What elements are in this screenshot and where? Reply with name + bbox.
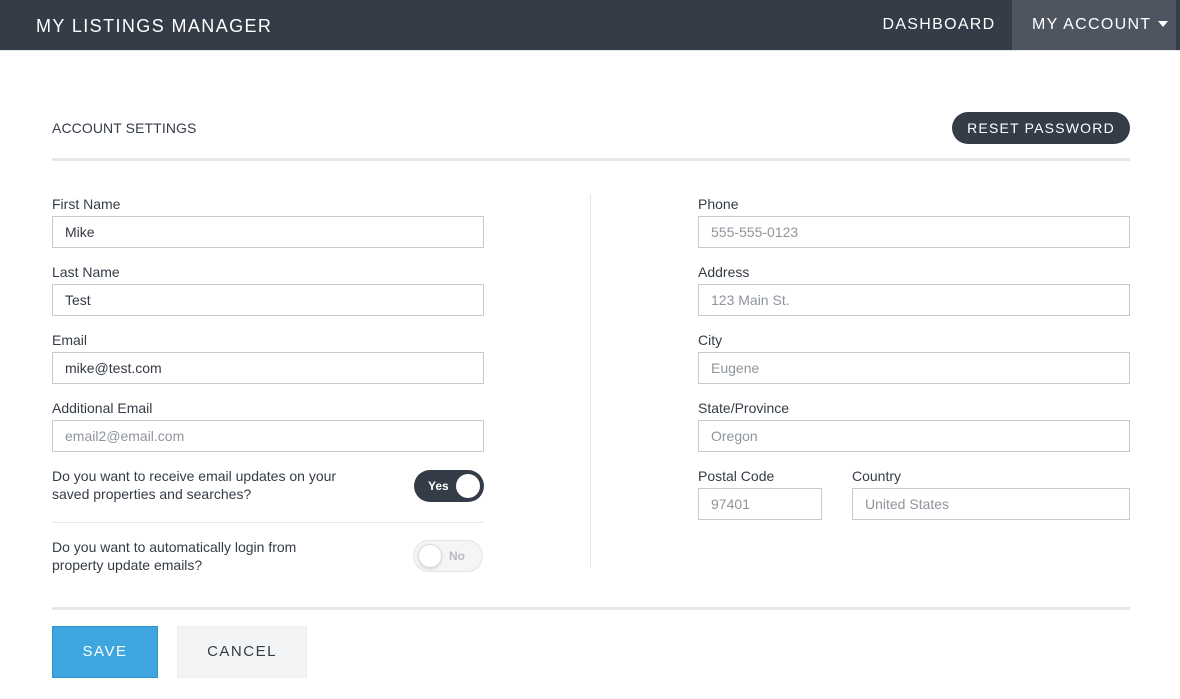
email-updates-question: Do you want to receive email updates on …	[52, 468, 337, 502]
address-label: Address	[698, 264, 750, 280]
postal-code-label: Postal Code	[698, 468, 775, 484]
email-label: Email	[52, 332, 88, 348]
phone-field[interactable]	[698, 216, 1130, 248]
email-field[interactable]	[52, 352, 484, 384]
cancel-button[interactable]: CANCEL	[177, 626, 307, 678]
state-field[interactable]	[698, 420, 1130, 452]
first-name-field[interactable]	[52, 216, 484, 248]
save-button[interactable]: SAVE	[52, 626, 158, 678]
email-updates-toggle-label: Yes	[428, 479, 449, 493]
auto-login-toggle-label: No	[449, 549, 465, 563]
reset-password-button[interactable]: RESET PASSWORD	[952, 112, 1130, 144]
page-title: ACCOUNT SETTINGS	[52, 120, 197, 136]
city-field[interactable]	[698, 352, 1130, 384]
first-name-label: First Name	[52, 196, 121, 212]
last-name-field[interactable]	[52, 284, 484, 316]
toggle-knob	[418, 544, 442, 568]
header-divider	[52, 158, 1130, 161]
auto-login-toggle[interactable]: No	[413, 540, 483, 572]
last-name-label: Last Name	[52, 264, 120, 280]
email-updates-toggle[interactable]: Yes	[414, 470, 484, 502]
auto-login-question: Do you want to automatically login from …	[52, 539, 297, 573]
top-navbar: MY LISTINGS MANAGER DASHBOARD MY ACCOUNT	[0, 0, 1180, 51]
additional-email-field[interactable]	[52, 420, 484, 452]
state-label: State/Province	[698, 400, 790, 416]
country-field[interactable]	[852, 488, 1130, 520]
column-divider	[590, 194, 591, 567]
footer-divider	[52, 607, 1130, 610]
address-field[interactable]	[698, 284, 1130, 316]
nav-my-account[interactable]: MY ACCOUNT	[1012, 0, 1176, 50]
nav-my-account-label: MY ACCOUNT	[1032, 16, 1152, 33]
country-label: Country	[852, 468, 902, 484]
additional-email-label: Additional Email	[52, 400, 153, 416]
caret-down-icon	[1158, 20, 1169, 27]
toggle-knob	[456, 474, 480, 498]
city-label: City	[698, 332, 723, 348]
postal-code-field[interactable]	[698, 488, 822, 520]
question-divider	[52, 522, 484, 523]
brand-title[interactable]: MY LISTINGS MANAGER	[36, 16, 272, 36]
phone-label: Phone	[698, 196, 739, 212]
nav-dashboard[interactable]: DASHBOARD	[872, 0, 1006, 50]
